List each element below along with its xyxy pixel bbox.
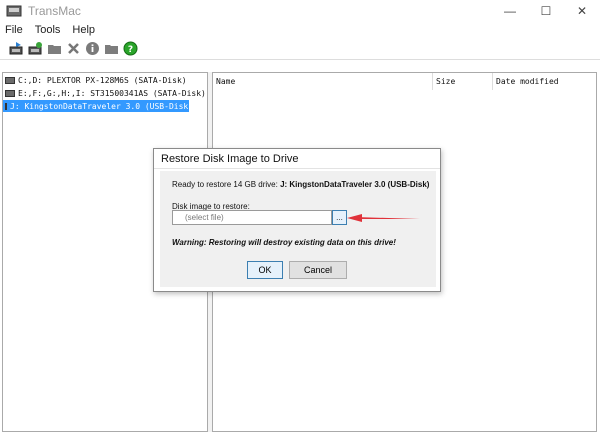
- drive-label: E:,F:,G:,H:,I: ST31500341AS (SATA-Disk): [18, 88, 206, 98]
- drive-label: J: KingstonDataTraveler 3.0 (USB-Disk): [10, 101, 194, 111]
- toolbar: ?: [0, 38, 600, 60]
- red-arrow-annotation: [347, 214, 420, 222]
- folder-icon[interactable]: [104, 41, 119, 56]
- column-header-size[interactable]: Size: [433, 73, 493, 90]
- restore-image-icon[interactable]: [28, 41, 43, 56]
- minimize-button[interactable]: —: [492, 0, 528, 22]
- column-header-name[interactable]: Name: [213, 73, 433, 90]
- maximize-button[interactable]: ☐: [528, 0, 564, 22]
- close-button[interactable]: ✕: [564, 0, 600, 22]
- menu-bar: File Tools Help: [0, 22, 600, 38]
- menu-tools[interactable]: Tools: [29, 24, 67, 36]
- dialog-title: Restore Disk Image to Drive: [154, 149, 440, 169]
- transmac-app-icon: [6, 4, 22, 18]
- title-bar: TransMac — ☐ ✕: [0, 0, 600, 22]
- ready-message: Ready to restore 14 GB drive: J: Kingsto…: [172, 180, 429, 189]
- menu-file[interactable]: File: [0, 24, 29, 36]
- save-image-icon[interactable]: [9, 41, 24, 56]
- ready-drive-name: J: KingstonDataTraveler 3.0 (USB-Disk): [280, 180, 430, 189]
- ready-prefix: Ready to restore 14 GB drive:: [172, 180, 281, 189]
- column-header-date-modified[interactable]: Date modified: [493, 73, 593, 90]
- svg-text:?: ?: [128, 45, 133, 55]
- cancel-button[interactable]: Cancel: [289, 261, 347, 279]
- drive-label: C:,D: PLEXTOR PX-128M6S (SATA-Disk): [18, 75, 187, 85]
- drive-item-j-usb[interactable]: J: KingstonDataTraveler 3.0 (USB-Disk): [3, 100, 193, 112]
- info-icon[interactable]: [85, 41, 100, 56]
- disk-image-file-input[interactable]: (select file): [172, 210, 332, 225]
- help-icon[interactable]: ?: [123, 41, 138, 56]
- drive-icon: [5, 89, 15, 97]
- ok-button[interactable]: OK: [247, 261, 283, 279]
- menu-help[interactable]: Help: [66, 24, 101, 36]
- window-title: TransMac: [28, 4, 81, 18]
- drive-icon: [5, 102, 7, 110]
- browse-button[interactable]: ...: [332, 210, 347, 225]
- drive-icon: [5, 76, 15, 84]
- open-folder-icon[interactable]: [47, 41, 62, 56]
- dialog-body: Ready to restore 14 GB drive: J: Kingsto…: [160, 171, 436, 287]
- delete-icon[interactable]: [66, 41, 81, 56]
- drive-item-c-d[interactable]: C:,D: PLEXTOR PX-128M6S (SATA-Disk): [3, 74, 207, 86]
- drive-item-e-i[interactable]: E:,F:,G:,H:,I: ST31500341AS (SATA-Disk): [3, 87, 207, 99]
- warning-message: Warning: Restoring will destroy existing…: [172, 238, 396, 247]
